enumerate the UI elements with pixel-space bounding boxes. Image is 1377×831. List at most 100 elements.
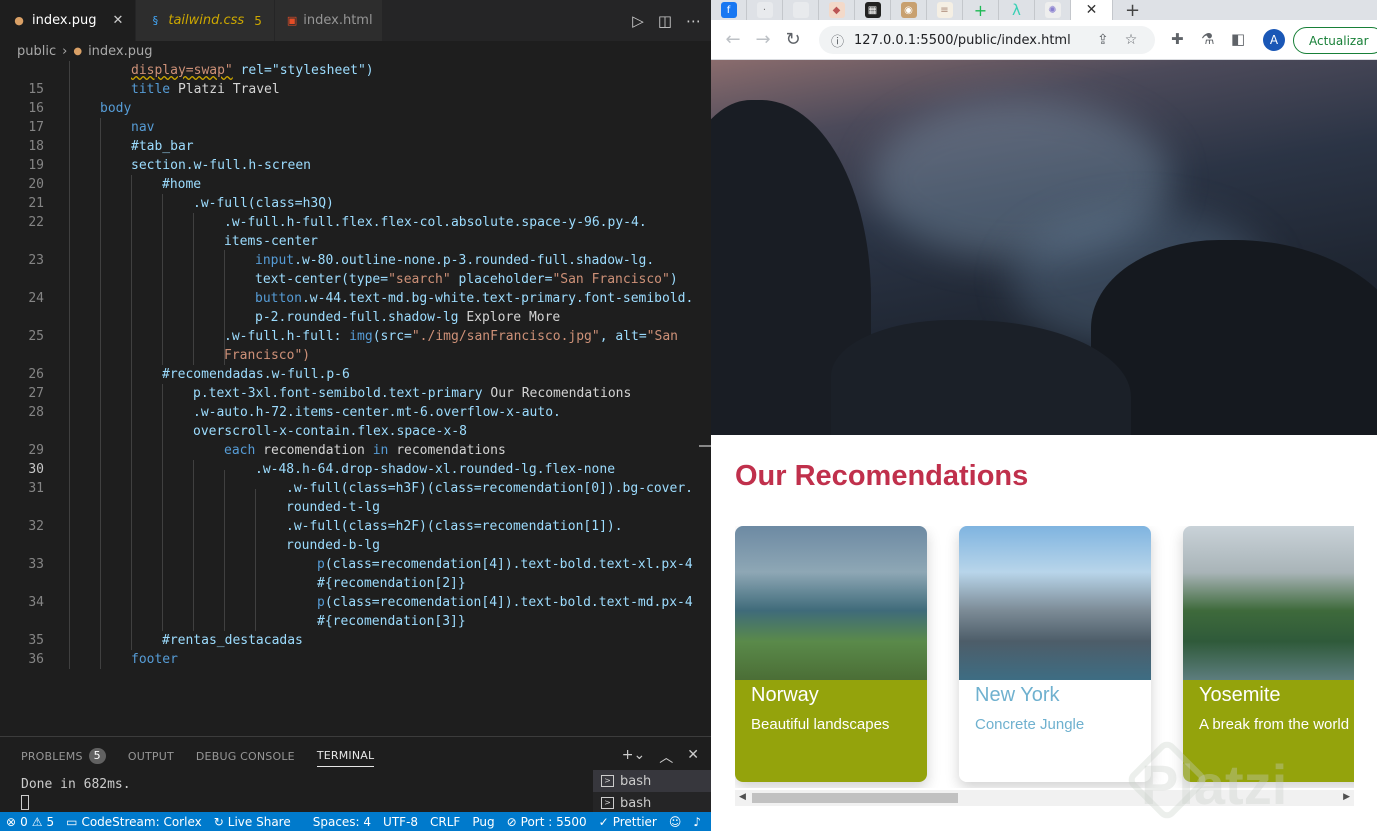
recommendations-carousel[interactable]: Norway Beautiful landscapes New York Con… <box>735 526 1354 788</box>
line-number: 24 <box>28 291 44 306</box>
recommendation-card[interactable]: Yosemite A break from the world <box>1183 526 1354 782</box>
breadcrumb-file[interactable]: index.pug <box>88 44 152 59</box>
code-line: p(class=recomendation[4]).text-bold.text… <box>317 557 693 572</box>
code-editor[interactable]: 15 16 17 18 19 20 21 22 23 24 25 26 27 2… <box>0 61 711 736</box>
code-token: p <box>317 557 325 572</box>
scroll-left-icon[interactable]: ◀ <box>739 792 746 802</box>
terminal-item[interactable]: > bash <box>593 770 711 792</box>
code-token: Explore More <box>458 310 561 325</box>
code-token: .w-80.outline-none.p-3.rounded-full.shad… <box>294 253 655 268</box>
terminal-item[interactable]: > bash <box>593 792 711 814</box>
browser-tab[interactable]: ▦ <box>855 0 891 20</box>
update-button[interactable]: Actualizar <box>1293 27 1377 54</box>
line-number: 27 <box>28 386 44 401</box>
add-terminal-icon[interactable]: +⌄ <box>622 747 645 767</box>
code-token: (class=recomendation[4]).text-bold.text-… <box>324 557 693 572</box>
code-line: #home <box>162 177 202 192</box>
language-status[interactable]: Pug <box>466 815 500 829</box>
recommendation-card[interactable]: Norway Beautiful landscapes <box>735 526 927 782</box>
tab-terminal[interactable]: TERMINAL <box>316 745 375 767</box>
browser-tab[interactable]: + <box>963 0 999 20</box>
code-token: "San <box>646 329 678 344</box>
eol-status[interactable]: CRLF <box>424 815 466 829</box>
new-tab-icon[interactable]: + <box>1125 0 1140 21</box>
recommendation-card[interactable]: New York Concrete Jungle <box>959 526 1151 782</box>
bell-icon[interactable]: ♪ <box>687 815 707 829</box>
code-token: "search" <box>388 272 451 287</box>
tab-index-html[interactable]: ▣ index.html <box>274 0 383 41</box>
flask-icon[interactable]: ⚗ <box>1201 30 1214 48</box>
browser-tab[interactable]: λ <box>999 0 1035 20</box>
line-number: 17 <box>28 120 44 135</box>
close-icon[interactable]: ✕ <box>112 13 123 28</box>
sidepanel-icon[interactable]: ◧ <box>1231 30 1245 48</box>
star-icon[interactable]: ☆ <box>1125 32 1138 48</box>
code-line: p-2.rounded-full.shadow-lg Explore More <box>255 310 560 325</box>
info-icon[interactable]: ⓘ <box>831 31 844 50</box>
code-token: p <box>317 595 325 610</box>
maximize-panel-icon[interactable]: ︿ <box>659 747 673 767</box>
code-line: .w-48.h-64.drop-shadow-xl.rounded-lg.fle… <box>255 462 616 477</box>
warning-icon: ⚠ <box>31 814 43 829</box>
browser-tab[interactable] <box>783 0 819 20</box>
browser-tab-active[interactable]: ✕ <box>1071 0 1113 20</box>
problems-status[interactable]: ⊗ 0 ⚠ 5 <box>0 815 60 829</box>
codestream-status[interactable]: ▭ CodeStream: Corlex <box>60 815 208 829</box>
code-line: button.w-44.text-md.bg-white.text-primar… <box>255 291 693 306</box>
status-label: Live Share <box>227 814 291 829</box>
code-token: p.text-3xl.font-semibold.text-primary <box>193 386 483 401</box>
tab-tailwind-css[interactable]: § tailwind.css 5 <box>136 0 275 41</box>
breadcrumb-folder[interactable]: public <box>17 44 56 59</box>
browser-tab[interactable]: ◉ <box>891 0 927 20</box>
page-icon: ◆ <box>828 2 845 18</box>
run-icon[interactable]: ▷ <box>632 12 644 30</box>
reload-icon[interactable]: ↻ <box>778 29 808 50</box>
feedback-icon[interactable]: ☺ <box>663 815 688 829</box>
plus-icon: + <box>973 0 988 20</box>
back-icon[interactable]: ← <box>718 29 748 50</box>
tab-output[interactable]: OUTPUT <box>128 745 174 767</box>
indentation-status[interactable]: Spaces: 4 <box>307 815 377 829</box>
page-icon <box>792 2 809 18</box>
browser-tab[interactable]: ✺ <box>1035 0 1071 20</box>
extensions-icon[interactable]: ✚ <box>1171 30 1184 48</box>
codestream-icon: ▭ <box>66 814 78 829</box>
close-icon[interactable]: ✕ <box>1086 2 1098 18</box>
code-line: .w-auto.h-72.items-center.mt-6.overflow-… <box>193 405 561 420</box>
forward-icon[interactable]: → <box>748 29 778 50</box>
browser-tab[interactable]: · <box>747 0 783 20</box>
tab-problems[interactable]: PROBLEMS 5 <box>21 745 106 767</box>
scrollbar-thumb[interactable] <box>752 793 958 803</box>
indent-guide <box>131 175 132 650</box>
split-editor-icon[interactable]: ◫ <box>658 12 672 30</box>
scroll-right-icon[interactable]: ▶ <box>1343 792 1350 802</box>
liveshare-status[interactable]: ↻ Live Share <box>208 815 297 829</box>
browser-tab[interactable]: f <box>711 0 747 20</box>
browser-tab[interactable]: ≡ <box>927 0 963 20</box>
indent-guide <box>255 489 256 631</box>
tab-label: index.pug <box>32 13 97 28</box>
page-icon: ≡ <box>936 2 953 18</box>
code-line: p(class=recomendation[4]).text-bold.text… <box>317 595 693 610</box>
tab-debug-console[interactable]: DEBUG CONSOLE <box>196 745 295 767</box>
editor-actions: ▷ ◫ ⋯ <box>632 0 701 41</box>
port-status[interactable]: ⊘ Port : 5500 <box>501 815 593 829</box>
browser-tab[interactable]: ◆ <box>819 0 855 20</box>
url-text: 127.0.0.1:5500/public/index.html <box>854 32 1071 48</box>
css-icon: § <box>152 14 159 27</box>
code-line: .w-full.h-full.flex.flex-col.absolute.sp… <box>224 215 647 230</box>
line-number: 16 <box>28 101 44 116</box>
prettier-status[interactable]: ✓ Prettier <box>593 815 663 829</box>
share-icon[interactable]: ⇪ <box>1097 32 1109 48</box>
encoding-status[interactable]: UTF-8 <box>377 815 424 829</box>
tab-index-pug[interactable]: ● index.pug ✕ <box>0 0 137 41</box>
warning-count: 5 <box>46 814 55 829</box>
avatar[interactable]: A <box>1263 29 1285 51</box>
card-title: Norway <box>751 684 819 706</box>
line-number: 15 <box>28 82 44 97</box>
problems-badge: 5 <box>88 748 106 764</box>
terminal-label: bash <box>620 795 652 811</box>
more-icon[interactable]: ⋯ <box>686 12 701 30</box>
close-panel-icon[interactable]: ✕ <box>687 747 699 767</box>
panel-tabs: PROBLEMS 5 OUTPUT DEBUG CONSOLE TERMINAL <box>21 745 375 767</box>
